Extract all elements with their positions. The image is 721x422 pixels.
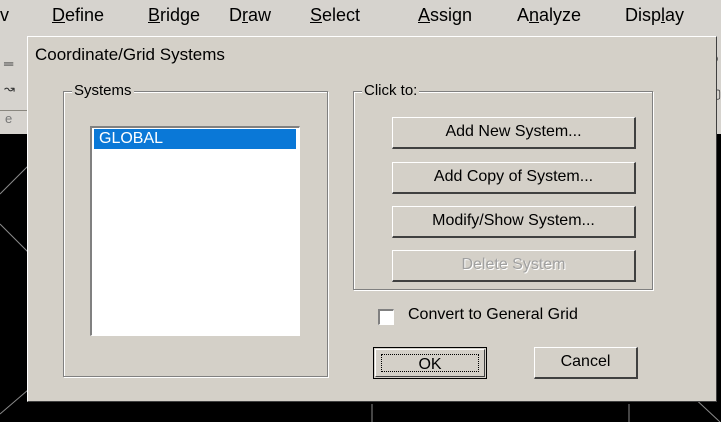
convert-general-grid-checkbox[interactable] <box>378 309 394 325</box>
menu-analyze[interactable]: Analyze <box>517 5 581 26</box>
menu-bridge[interactable]: Bridge <box>148 5 200 26</box>
menu-analyze-label: alyze <box>539 5 582 25</box>
ok-button-label: OK <box>381 354 479 373</box>
menu-analyze-prefix: A <box>517 5 530 25</box>
menu-bridge-label: ridge <box>160 5 201 25</box>
ok-button[interactable]: OK <box>373 347 487 379</box>
menu-select-label: elect <box>322 5 361 25</box>
add-new-system-button[interactable]: Add New System... <box>392 117 636 149</box>
cancel-button[interactable]: Cancel <box>534 347 638 379</box>
menu-define[interactable]: Define <box>52 5 104 26</box>
menu-assign-accel: A <box>418 5 431 25</box>
toolbar-grip-icon: ═ <box>4 56 14 71</box>
convert-general-grid-label: Convert to General Grid <box>408 306 578 323</box>
delete-system-button[interactable]: Delete System <box>392 250 636 282</box>
menu-analyze-accel: n <box>529 5 540 25</box>
menu-assign[interactable]: Assign <box>418 5 472 26</box>
modify-show-system-button[interactable]: Modify/Show System... <box>392 206 636 238</box>
menu-display-prefix: Disp <box>625 5 662 25</box>
menu-draw[interactable]: Draw <box>229 5 271 26</box>
toolbar-tool-icon[interactable]: ↝ <box>4 81 15 97</box>
click-to-group-label: Click to: <box>362 82 420 99</box>
toolbar-small-icon: e <box>5 111 13 126</box>
menu-draw-label: aw <box>248 5 272 25</box>
systems-group-label: Systems <box>72 82 134 99</box>
menu-bridge-accel: B <box>148 5 161 25</box>
dialog-title: Coordinate/Grid Systems <box>35 45 225 64</box>
menu-bar: v Define Bridge Draw Select Assign Analy… <box>0 0 721 35</box>
ok-button-bevel: OK <box>375 349 485 377</box>
menu-define-label: efine <box>65 5 105 25</box>
coordinate-grid-dialog: Coordinate/Grid Systems Systems GLOBAL C… <box>27 36 717 402</box>
menu-define-accel: D <box>52 5 65 25</box>
menu-select[interactable]: Select <box>310 5 360 26</box>
menu-display[interactable]: Display <box>625 5 684 26</box>
add-copy-of-system-button[interactable]: Add Copy of System... <box>392 162 636 194</box>
menu-draw-prefix: D <box>229 5 242 25</box>
list-item-global[interactable]: GLOBAL <box>94 129 296 149</box>
menu-display-label: ay <box>665 5 685 25</box>
menu-view[interactable]: v <box>0 5 9 26</box>
menu-assign-label: ssign <box>430 5 473 25</box>
systems-listbox[interactable]: GLOBAL <box>90 126 300 336</box>
menu-select-accel: S <box>310 5 323 25</box>
menu-view-label: v <box>0 5 9 25</box>
